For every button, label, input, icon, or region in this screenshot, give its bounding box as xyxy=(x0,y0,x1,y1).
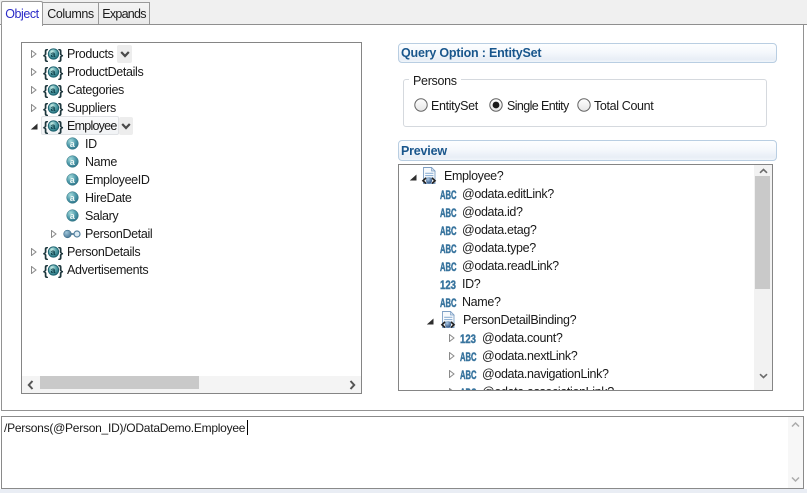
svg-text:}: } xyxy=(58,65,64,80)
svg-text:a: a xyxy=(51,49,56,59)
svg-text:ABC: ABC xyxy=(460,387,477,392)
svg-text:a: a xyxy=(51,247,56,257)
svg-text:ABC: ABC xyxy=(460,351,477,362)
svg-text:ABC: ABC xyxy=(460,369,477,380)
svg-text:123: 123 xyxy=(460,333,476,344)
svg-text:a: a xyxy=(51,67,56,77)
svg-text:a: a xyxy=(51,265,56,275)
svg-text:{: { xyxy=(43,119,48,134)
svg-text:ABC: ABC xyxy=(440,189,457,200)
svg-text:ABC: ABC xyxy=(440,207,457,218)
svg-text:{: { xyxy=(43,263,48,278)
svg-text:}: } xyxy=(58,245,64,260)
svg-text:{: { xyxy=(43,245,48,260)
svg-text:a: a xyxy=(51,85,56,95)
svg-text:ABC: ABC xyxy=(440,261,457,272)
svg-text:{: { xyxy=(43,65,48,80)
svg-text:}: } xyxy=(58,101,64,116)
svg-text:{: { xyxy=(43,47,48,62)
svg-text:ABC: ABC xyxy=(440,225,457,236)
svg-text:123: 123 xyxy=(440,279,456,290)
svg-text:}: } xyxy=(58,83,64,98)
svg-text:a: a xyxy=(51,121,56,131)
svg-text:}: } xyxy=(58,47,64,62)
svg-text:}: } xyxy=(58,119,64,134)
svg-text:ABC: ABC xyxy=(440,243,457,254)
svg-text:a: a xyxy=(51,103,56,113)
svg-text:}: } xyxy=(58,263,64,278)
svg-text:{: { xyxy=(43,83,48,98)
svg-text:ABC: ABC xyxy=(440,297,457,308)
svg-text:{: { xyxy=(43,101,48,116)
